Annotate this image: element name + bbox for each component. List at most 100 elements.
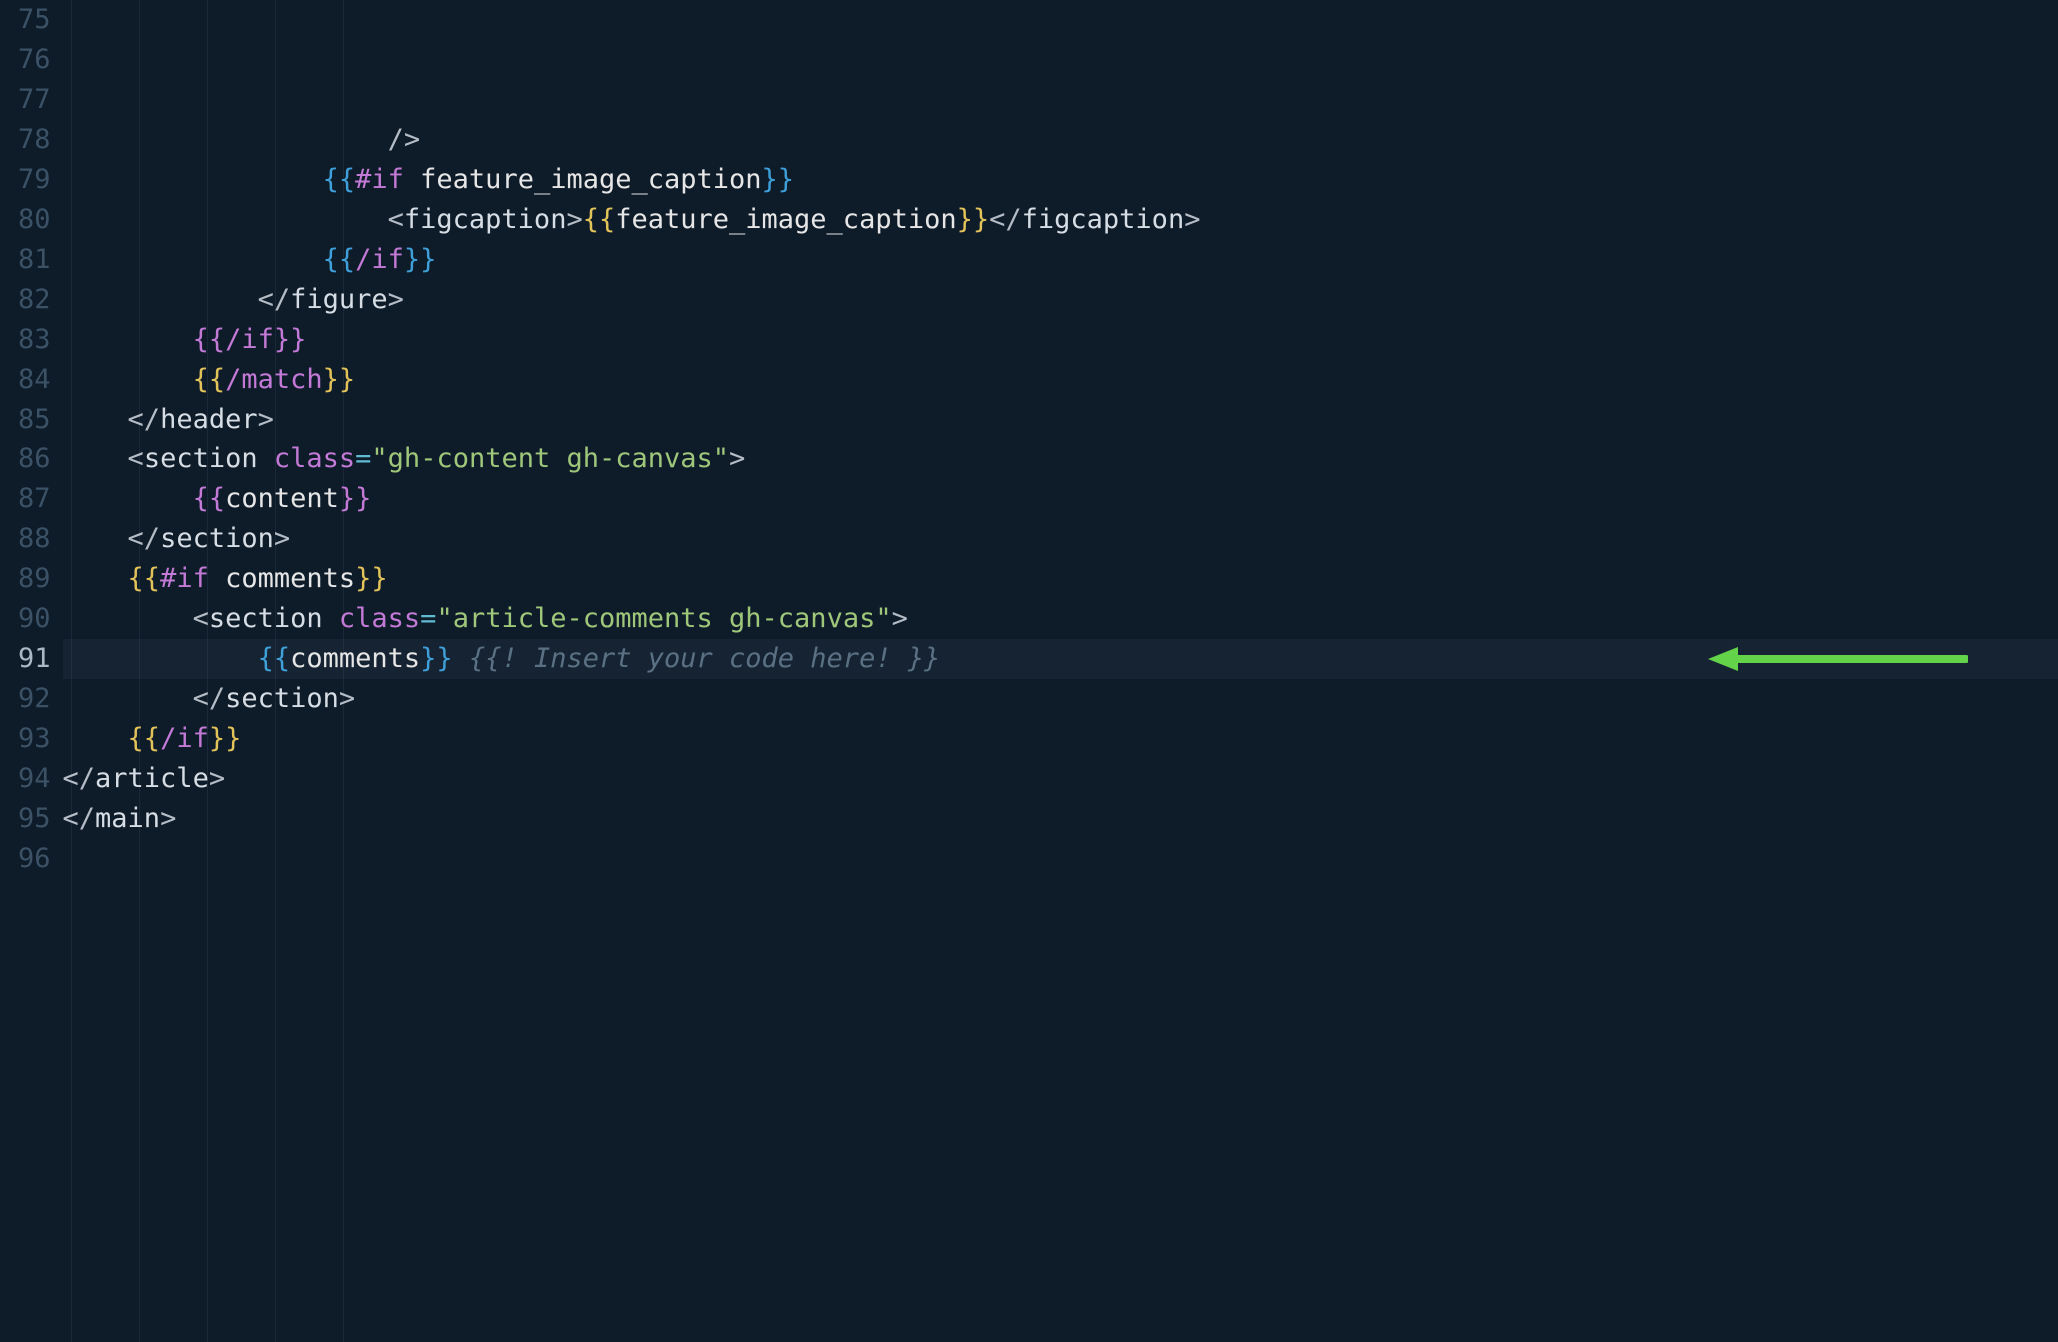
token-ident: [258, 443, 274, 474]
token-angle: </: [989, 204, 1022, 235]
token-kw-hbs: /if: [355, 244, 404, 275]
line-number: 95: [18, 799, 51, 839]
token-angle: <: [388, 204, 404, 235]
code-line[interactable]: </figure>: [63, 280, 2058, 320]
token-tag: section: [209, 603, 323, 634]
token-ident: content: [225, 483, 339, 514]
token-ident: [323, 603, 339, 634]
token-br-blue: {{: [323, 244, 356, 275]
code-line[interactable]: </section>: [63, 679, 2058, 719]
token-angle: >: [892, 603, 908, 634]
token-angle: >: [274, 523, 290, 554]
token-tag: header: [160, 404, 258, 435]
code-line[interactable]: />: [63, 120, 2058, 160]
token-angle: >: [160, 803, 176, 834]
code-line[interactable]: {{/if}}: [63, 320, 2058, 360]
line-number: 76: [18, 40, 51, 80]
token-tag: figure: [290, 284, 388, 315]
token-angle: >: [1184, 204, 1200, 235]
line-number: 84: [18, 360, 51, 400]
code-line[interactable]: {{comments}} {{! Insert your code here! …: [63, 639, 2058, 679]
token-kw-hbs: /match: [225, 364, 323, 395]
token-ident: feature_image_caption: [615, 204, 956, 235]
token-br-purple: }}: [339, 483, 372, 514]
token-eq: =: [420, 603, 436, 634]
token-angle: </: [128, 523, 161, 554]
token-attr: class: [274, 443, 355, 474]
token-angle: </: [258, 284, 291, 315]
code-line[interactable]: </main>: [63, 799, 2058, 839]
token-ident: comments: [209, 563, 355, 594]
code-line[interactable]: {{#if feature_image_caption}}: [63, 160, 2058, 200]
code-line[interactable]: <section class="article-comments gh-canv…: [63, 599, 2058, 639]
line-number: 81: [18, 240, 51, 280]
code-line[interactable]: </section>: [63, 519, 2058, 559]
line-number: 93: [18, 719, 51, 759]
code-line[interactable]: {{/if}}: [63, 719, 2058, 759]
token-comment: {{! Insert your code here! }}: [469, 643, 940, 674]
token-br-yellow: }}: [957, 204, 990, 235]
line-number: 77: [18, 80, 51, 120]
token-tag: section: [225, 683, 339, 714]
token-angle: <: [193, 603, 209, 634]
line-number: 80: [18, 200, 51, 240]
line-number: 92: [18, 679, 51, 719]
line-number: 79: [18, 160, 51, 200]
annotation-arrow-icon: [1708, 644, 1968, 674]
token-br-yellow: {{: [128, 723, 161, 754]
line-number: 75: [18, 0, 51, 40]
token-tag: figcaption: [404, 204, 567, 235]
token-br-yellow: }}: [323, 364, 356, 395]
token-kw-hbs: #if: [355, 164, 404, 195]
token-ident: comments: [290, 643, 420, 674]
token-angle: >: [729, 443, 745, 474]
token-angle: >: [388, 284, 404, 315]
code-line[interactable]: </article>: [63, 759, 2058, 799]
token-tag: figcaption: [1022, 204, 1185, 235]
token-angle: <: [128, 443, 144, 474]
token-br-purple: {{: [193, 483, 226, 514]
token-str: "gh-content gh-canvas": [371, 443, 729, 474]
code-line[interactable]: {{content}}: [63, 479, 2058, 519]
token-angle: >: [209, 763, 225, 794]
code-line[interactable]: {{/match}}: [63, 360, 2058, 400]
token-tag: section: [144, 443, 258, 474]
line-number: 90: [18, 599, 51, 639]
token-br-yellow: }}: [355, 563, 388, 594]
token-br-yellow: {{: [583, 204, 616, 235]
token-angle: />: [388, 124, 421, 155]
token-tag: article: [95, 763, 209, 794]
token-br-blue: }}: [404, 244, 437, 275]
line-number: 89: [18, 559, 51, 599]
code-editor: 7576777879808182838485868788899091929394…: [0, 0, 2058, 1342]
code-line[interactable]: <section class="gh-content gh-canvas">: [63, 439, 2058, 479]
code-line[interactable]: {{#if comments}}: [63, 559, 2058, 599]
token-ident: feature_image_caption: [404, 164, 762, 195]
token-br-yellow: {{: [193, 364, 226, 395]
code-area[interactable]: /> {{#if feature_image_caption}} <figcap…: [63, 0, 2058, 1342]
line-number: 88: [18, 519, 51, 559]
token-angle: </: [193, 683, 226, 714]
token-ident: [453, 643, 469, 674]
token-eq: =: [355, 443, 371, 474]
line-number: 78: [18, 120, 51, 160]
line-number: 96: [18, 839, 51, 879]
code-line[interactable]: <figcaption>{{feature_image_caption}}</f…: [63, 200, 2058, 240]
line-number: 85: [18, 400, 51, 440]
token-attr: class: [339, 603, 420, 634]
token-angle: >: [258, 404, 274, 435]
token-br-yellow: }}: [209, 723, 242, 754]
token-kw-hbs: /if: [225, 324, 274, 355]
token-angle: </: [128, 404, 161, 435]
token-tag: main: [95, 803, 160, 834]
code-line[interactable]: {{/if}}: [63, 240, 2058, 280]
line-number: 94: [18, 759, 51, 799]
code-line[interactable]: </header>: [63, 400, 2058, 440]
token-angle: </: [63, 803, 96, 834]
token-br-blue: }}: [420, 643, 453, 674]
token-br-purple: }}: [274, 324, 307, 355]
token-angle: </: [63, 763, 96, 794]
token-tag: section: [160, 523, 274, 554]
token-angle: >: [566, 204, 582, 235]
line-number: 83: [18, 320, 51, 360]
